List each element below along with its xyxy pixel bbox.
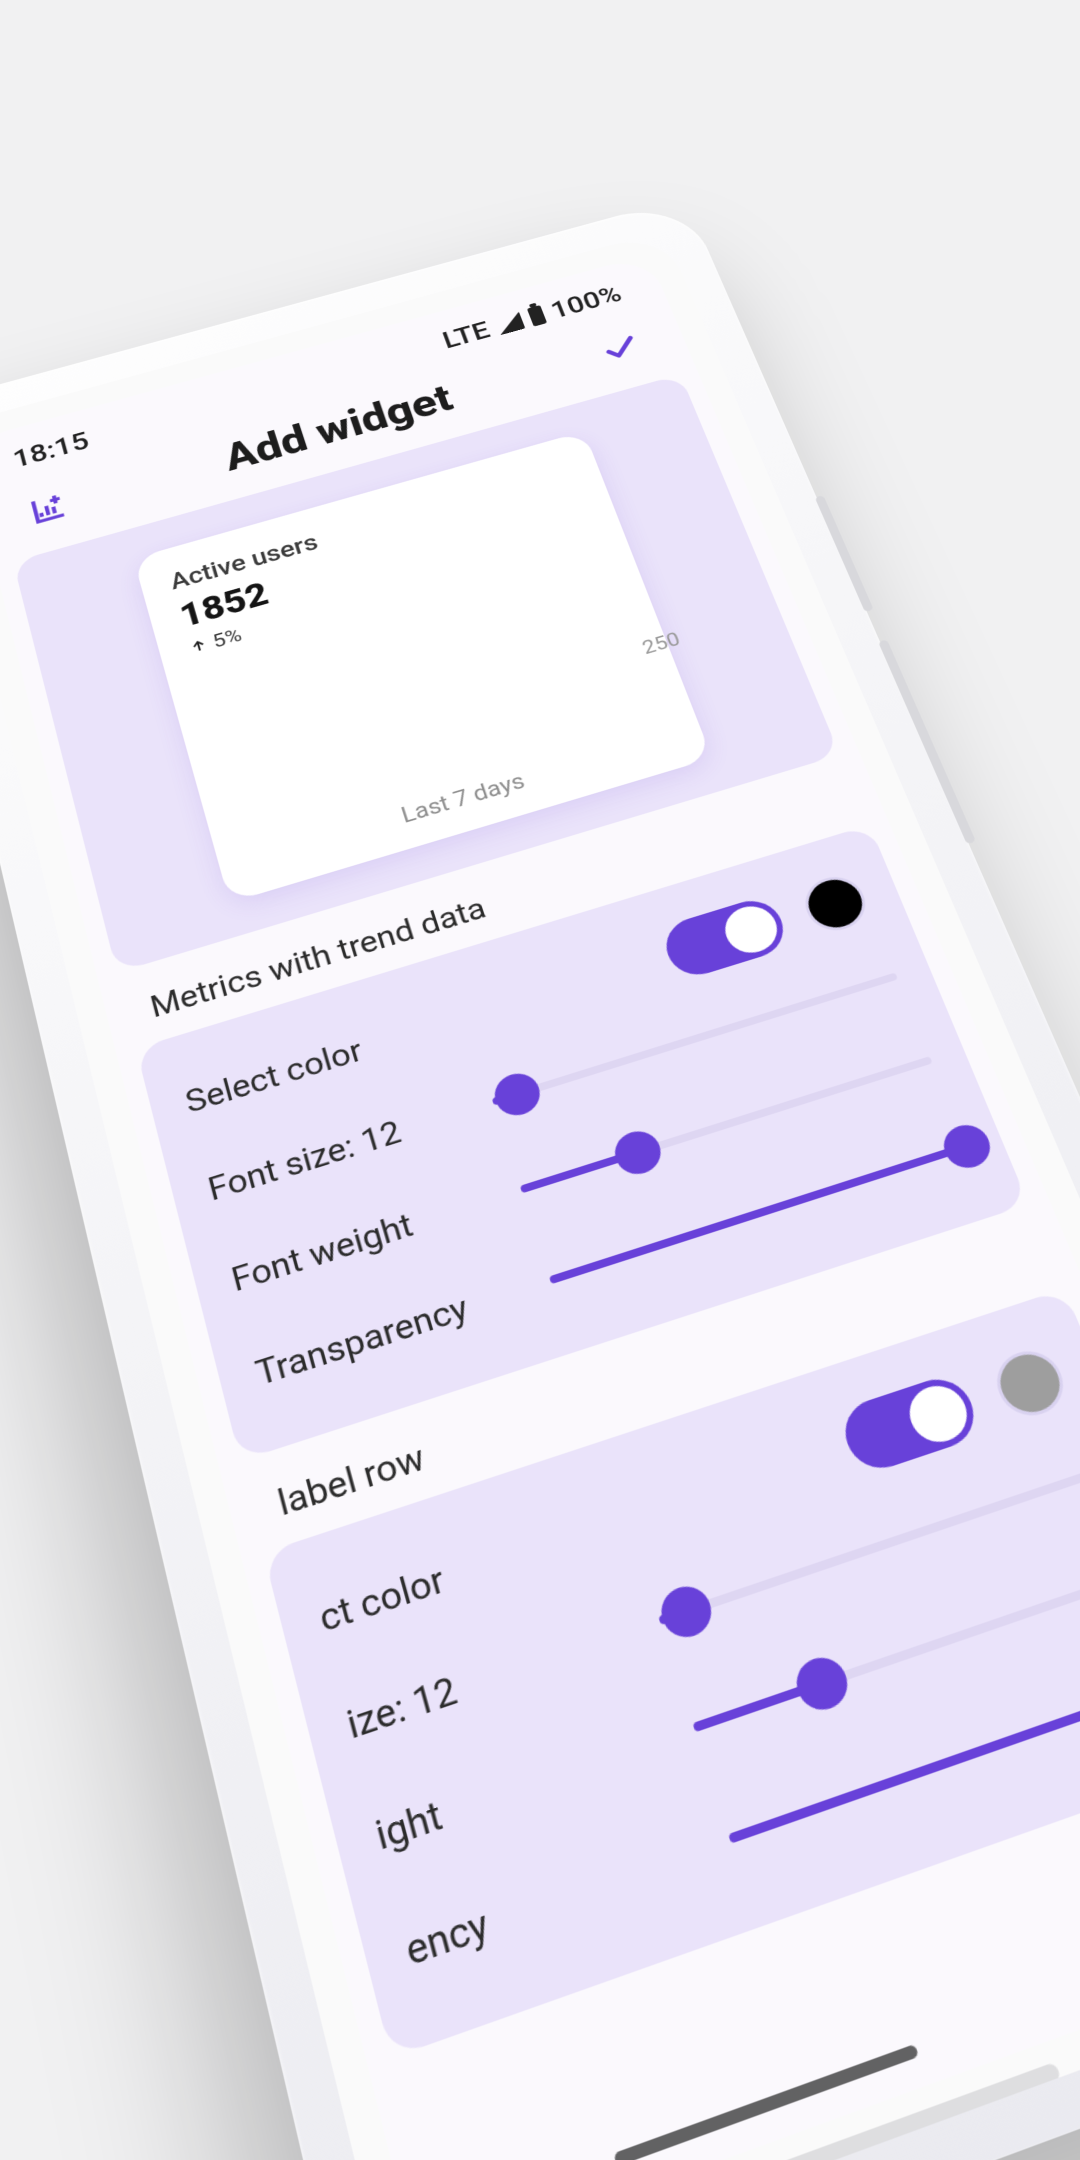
select-color-label: ct color [315,1558,449,1642]
chart-axis-label: 250 [639,627,683,658]
delta-value: 5% [210,624,244,653]
add-chart-icon[interactable] [15,478,83,538]
arrow-up-icon [188,636,210,656]
font-weight-label: ight [371,1792,448,1861]
battery-icon [527,305,547,327]
signal-icon [494,312,525,336]
color-swatch[interactable] [987,1343,1072,1424]
font-size-label: ize: 12 [342,1668,462,1749]
confirm-button[interactable] [586,320,656,377]
color-swatch[interactable] [797,870,873,937]
transparency-label: ency [400,1900,494,1977]
